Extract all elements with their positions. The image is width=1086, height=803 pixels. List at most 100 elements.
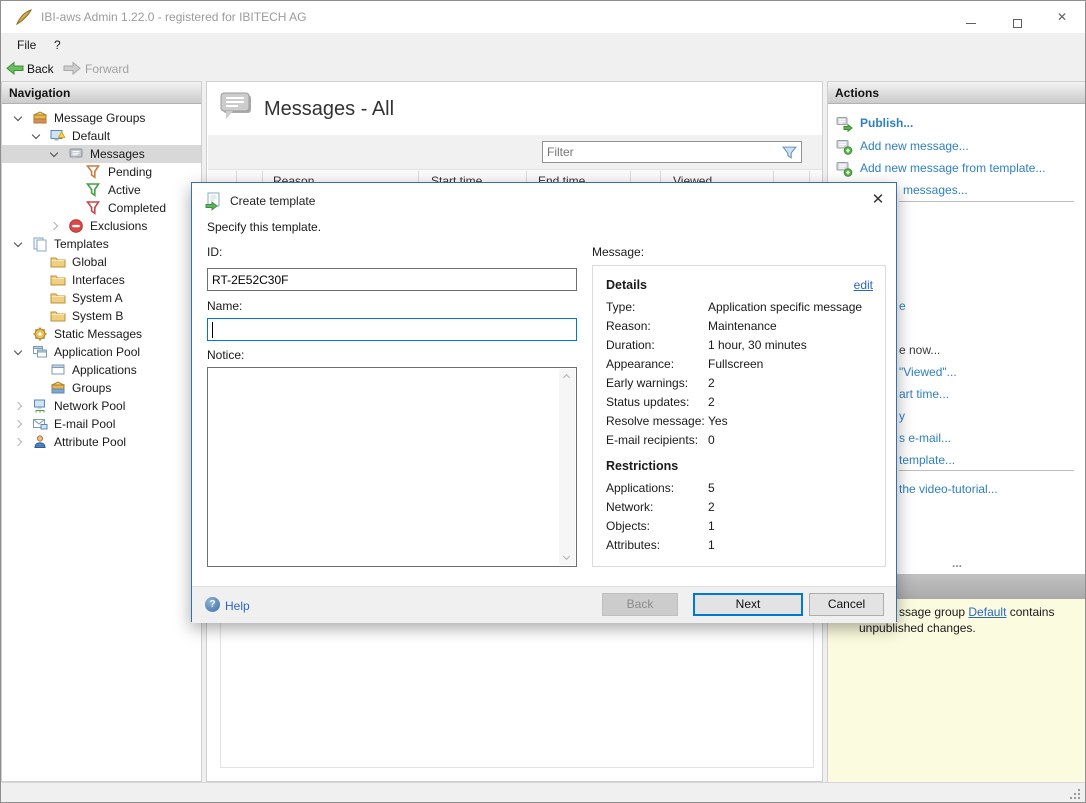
tree-item-active[interactable]: Active (2, 181, 201, 199)
edit-link[interactable]: edit (854, 278, 873, 292)
tree-item-system-a[interactable]: System A (2, 289, 201, 307)
tree-item-pending[interactable]: Pending (2, 163, 201, 181)
tree-item-applications[interactable]: Applications (2, 361, 201, 379)
action-fragment[interactable]: "Viewed"... (899, 365, 957, 379)
funnel-icon[interactable] (782, 145, 797, 160)
filter-box (542, 141, 802, 163)
action-fragment[interactable]: y (899, 409, 905, 423)
dialog-close-button[interactable]: ✕ (866, 189, 890, 211)
tree-item-completed[interactable]: Completed (2, 199, 201, 217)
funnel-green-icon (86, 182, 102, 198)
default-link[interactable]: Default (968, 605, 1006, 619)
funnel-orange-icon (86, 164, 102, 180)
tree-item-attribute-pool[interactable]: Attribute Pool (2, 433, 201, 451)
messages-icon (218, 92, 254, 124)
tree-item-label: Active (108, 183, 141, 197)
tree-item-label: Attribute Pool (54, 435, 126, 449)
maximize-button[interactable] (1002, 7, 1032, 27)
menu-file[interactable]: File (17, 38, 36, 52)
scrollbar[interactable] (559, 369, 575, 565)
chevron-right-icon[interactable] (14, 402, 22, 410)
back-button[interactable]: Back (27, 62, 54, 76)
minimize-button[interactable] (956, 7, 986, 27)
chevron-right-icon[interactable] (14, 438, 22, 446)
cancel-button[interactable]: Cancel (809, 593, 884, 616)
detail-value: Yes (708, 414, 728, 428)
actions-separator (899, 470, 1074, 471)
add-message-template-icon (836, 160, 853, 177)
action-fragment[interactable]: e (899, 299, 906, 313)
tree-item-message-groups[interactable]: Message Groups (2, 109, 201, 127)
tree-item-templates[interactable]: Templates (2, 235, 201, 253)
tree-item-system-b[interactable]: System B (2, 307, 201, 325)
notification-panel: ssage group Default contains unpublished… (828, 599, 1086, 782)
action-label: Add new message from template... (860, 161, 1045, 175)
next-button[interactable]: Next (693, 593, 803, 616)
action-fragment[interactable]: the video-tutorial... (899, 482, 998, 496)
id-label: ID: (207, 245, 222, 259)
chevron-down-icon[interactable] (14, 347, 22, 355)
scroll-down-icon[interactable] (563, 553, 570, 560)
message-label: Message: (592, 245, 644, 259)
help-icon: ? (205, 597, 220, 612)
chevron-down-icon[interactable] (14, 113, 22, 121)
forward-button[interactable]: Forward (85, 62, 129, 76)
restrictions-header: Restrictions (606, 459, 678, 473)
tree-item-label: Application Pool (54, 345, 140, 359)
tree-item-label: Templates (54, 237, 109, 251)
notice-field[interactable] (207, 367, 577, 567)
back-dialog-button[interactable]: Back (602, 593, 678, 616)
note-line2: unpublished changes. (859, 621, 976, 635)
action-label: Publish... (860, 116, 913, 130)
restriction-value: 1 (708, 519, 715, 533)
chevron-right-icon[interactable] (14, 420, 22, 428)
chevron-down-icon[interactable] (14, 239, 22, 247)
restriction-value: 1 (708, 538, 715, 552)
notice-label: Notice: (207, 348, 244, 362)
id-field[interactable] (207, 268, 577, 291)
resize-grip[interactable] (1078, 797, 1080, 799)
chevron-right-icon[interactable] (50, 222, 58, 230)
tree-item-groups[interactable]: Groups (2, 379, 201, 397)
tree-item-exclusions[interactable]: Exclusions (2, 217, 201, 235)
overflow-ellipsis[interactable]: ... (952, 556, 962, 570)
tree-item-label: Interfaces (72, 273, 125, 287)
tree-item-application-pool[interactable]: Application Pool (2, 343, 201, 361)
detail-value: 2 (708, 395, 715, 409)
close-button[interactable]: ✕ (1047, 7, 1077, 27)
tree-item-messages[interactable]: Messages (2, 145, 201, 163)
menu-help[interactable]: ? (54, 38, 61, 52)
tree-item-network-pool[interactable]: Network Pool (2, 397, 201, 415)
action-fragment[interactable]: art time... (899, 387, 949, 401)
tree-item-global[interactable]: Global (2, 253, 201, 271)
window-title: IBI-aws Admin 1.22.0 - registered for IB… (41, 10, 306, 24)
dialog-subtitle: Specify this template. (207, 220, 321, 234)
templates-icon (32, 236, 48, 252)
detail-value: Fullscreen (708, 357, 763, 371)
scroll-up-icon[interactable] (563, 374, 570, 381)
action-fragment[interactable]: e now... (899, 343, 940, 357)
help-link[interactable]: Help (225, 599, 250, 613)
action-add-message-from-template[interactable]: Add new message from template... (828, 160, 1086, 178)
restriction-label: Network: (606, 500, 653, 514)
chevron-down-icon[interactable] (50, 149, 58, 157)
action-publish[interactable]: Publish... (828, 115, 1086, 133)
tree-item-label: Message Groups (54, 111, 145, 125)
gear-icon (32, 326, 48, 342)
close-icon: ✕ (1057, 10, 1067, 24)
dialog-title: Create template (230, 194, 315, 208)
action-add-new-message[interactable]: Add new message... (828, 138, 1086, 156)
box-stack-icon (32, 110, 48, 126)
window-icon (50, 362, 66, 378)
tree-item-email-pool[interactable]: E-mail Pool (2, 415, 201, 433)
chevron-down-icon[interactable] (32, 131, 40, 139)
exclusion-icon (68, 218, 84, 234)
tree-item-default[interactable]: Default (2, 127, 201, 145)
action-fragment[interactable]: template... (899, 453, 955, 467)
name-field[interactable] (207, 318, 577, 341)
tree-item-interfaces[interactable]: Interfaces (2, 271, 201, 289)
filter-input[interactable] (547, 144, 772, 160)
tree-item-static-messages[interactable]: Static Messages (2, 325, 201, 343)
envelope-icon (32, 416, 48, 432)
action-fragment[interactable]: s e-mail... (899, 431, 951, 445)
